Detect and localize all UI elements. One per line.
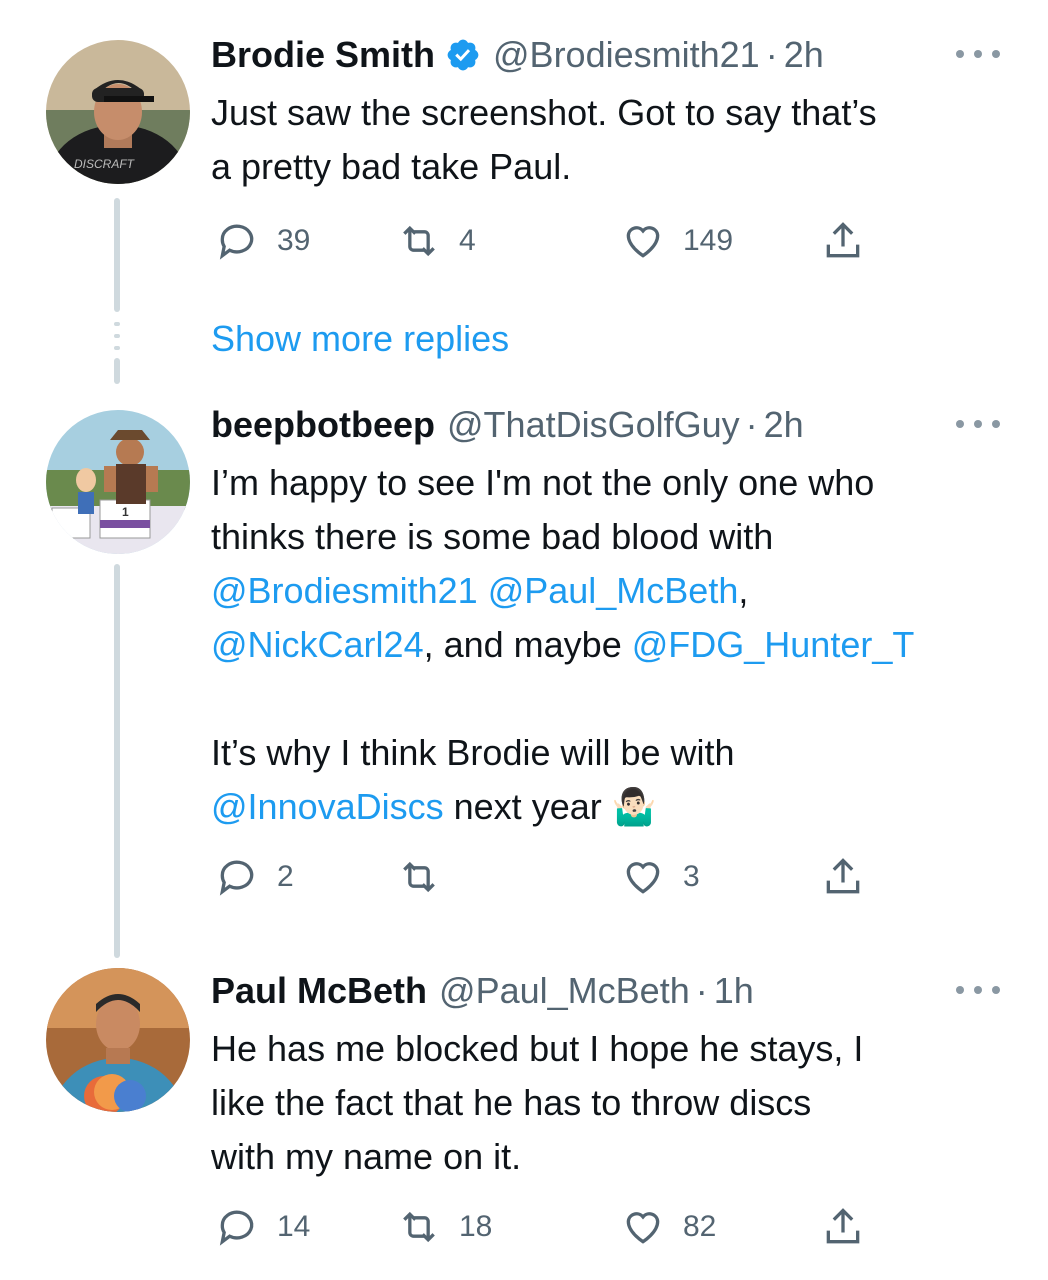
reply-icon <box>219 1210 254 1246</box>
tweet-text-segment: , and maybe <box>423 624 632 665</box>
tweet-header: Paul McBeth @Paul_McBeth · 1h <box>211 966 754 1016</box>
author-handle[interactable]: @Paul_McBeth <box>439 966 690 1016</box>
reply-icon <box>219 860 254 896</box>
share-button[interactable] <box>821 216 865 266</box>
podium-number-1: 1 <box>122 505 129 519</box>
retweet-count: 4 <box>459 224 476 257</box>
tweet-beepbotbeep[interactable]: 2 1 beepbotbeep @ThatDisGolfGuy · 2h I’m… <box>0 400 1048 958</box>
thread-line <box>114 198 120 312</box>
retweet-button[interactable] <box>397 852 459 902</box>
avatar-paul-mcbeth[interactable] <box>46 968 190 1112</box>
tweet-text-segment: It’s why I think Brodie will be with <box>211 732 735 773</box>
tweet-text-segment: , <box>738 570 749 611</box>
mention-link[interactable]: @NickCarl24 <box>211 624 424 665</box>
tweet-text-segment: I’m happy to see I'm not the only one wh… <box>211 462 875 557</box>
mention-link[interactable]: @Paul_McBeth <box>488 570 739 611</box>
like-icon <box>626 862 660 894</box>
like-count: 149 <box>683 224 734 257</box>
separator-dot: · <box>765 34 778 75</box>
reply-button[interactable]: 2 <box>215 852 294 902</box>
tweet-text: I’m happy to see I'm not the only one wh… <box>211 456 1011 834</box>
separator-dot: · <box>745 404 758 445</box>
retweet-icon <box>403 1211 435 1243</box>
author-handle[interactable]: @Brodiesmith21 <box>493 30 760 80</box>
mention-link[interactable]: @FDG_Hunter_T <box>632 624 915 665</box>
tweet-text: He has me blocked but I hope he stays, I… <box>211 1022 1011 1184</box>
like-button[interactable]: 3 <box>621 852 700 902</box>
reply-count: 39 <box>277 224 311 257</box>
thread-line-gap <box>114 334 120 338</box>
like-button[interactable]: 149 <box>621 216 733 266</box>
like-button[interactable]: 82 <box>621 1202 716 1252</box>
like-count: 82 <box>683 1210 717 1243</box>
timestamp[interactable]: 1h <box>714 966 754 1016</box>
show-more-replies-link[interactable]: Show more replies <box>211 314 509 364</box>
like-icon <box>626 1212 660 1244</box>
tweet-text-segment: He has me blocked but I hope he stays, I… <box>211 1028 864 1177</box>
reply-count: 14 <box>277 1210 311 1243</box>
action-bar: 39 4 149 <box>211 216 871 266</box>
thread-line <box>114 564 120 958</box>
share-icon <box>826 222 860 258</box>
more-icon[interactable] <box>956 414 1000 434</box>
avatar-logo-text: DISCRAFT <box>74 157 136 171</box>
more-icon[interactable] <box>956 980 1000 1000</box>
thread-line <box>114 358 120 384</box>
reply-icon <box>219 224 254 260</box>
mention-link[interactable]: @InnovaDiscs <box>211 786 444 827</box>
avatar-brodie-smith[interactable]: DISCRAFT <box>46 40 190 184</box>
mention-link[interactable]: @Brodiesmith21 <box>211 570 478 611</box>
author-handle[interactable]: @ThatDisGolfGuy <box>447 400 740 450</box>
like-count: 3 <box>683 860 700 893</box>
reply-count: 2 <box>277 860 294 893</box>
action-bar: 14 18 82 <box>211 1202 871 1252</box>
retweet-button[interactable]: 18 <box>397 1202 492 1252</box>
tweet-text-segment: Just saw the screenshot. Got to say that… <box>211 92 877 187</box>
retweet-button[interactable]: 4 <box>397 216 476 266</box>
retweet-icon <box>403 225 435 257</box>
thread-line-gap <box>114 322 120 326</box>
timestamp[interactable]: 2h <box>764 400 804 450</box>
share-icon <box>826 858 860 894</box>
author-name[interactable]: beepbotbeep <box>211 400 435 450</box>
thread-line-gap <box>114 346 120 350</box>
retweet-count: 18 <box>459 1210 493 1243</box>
timestamp[interactable]: 2h <box>784 30 824 80</box>
reply-button[interactable]: 39 <box>215 216 310 266</box>
tweet-header: beepbotbeep @ThatDisGolfGuy · 2h <box>211 400 804 450</box>
share-button[interactable] <box>821 852 865 902</box>
retweet-icon <box>403 861 435 893</box>
podium-number-2: 2 <box>63 539 70 553</box>
action-bar: 2 3 <box>211 852 871 902</box>
avatar-beepbotbeep[interactable]: 2 1 <box>46 410 190 554</box>
author-name[interactable]: Brodie Smith <box>211 30 435 80</box>
more-icon[interactable] <box>956 44 1000 64</box>
share-icon <box>826 1208 860 1244</box>
tweet-header: Brodie Smith @Brodiesmith21 · 2h <box>211 30 824 80</box>
like-icon <box>626 226 660 258</box>
tweet-text: Just saw the screenshot. Got to say that… <box>211 86 1011 194</box>
tweet-brodie-smith[interactable]: DISCRAFT Brodie Smith @Brodiesmith21 · 2… <box>0 30 1048 312</box>
reply-button[interactable]: 14 <box>215 1202 310 1252</box>
share-button[interactable] <box>821 1202 865 1252</box>
tweet-text-segment <box>478 570 488 611</box>
verified-badge-icon <box>447 39 479 71</box>
tweet-paul-mcbeth[interactable]: Paul McBeth @Paul_McBeth · 1h He has me … <box>0 966 1048 1256</box>
separator-dot: · <box>695 970 708 1011</box>
author-name[interactable]: Paul McBeth <box>211 966 427 1016</box>
tweet-text-segment: next year 🤷🏻‍♂️ <box>443 786 657 827</box>
